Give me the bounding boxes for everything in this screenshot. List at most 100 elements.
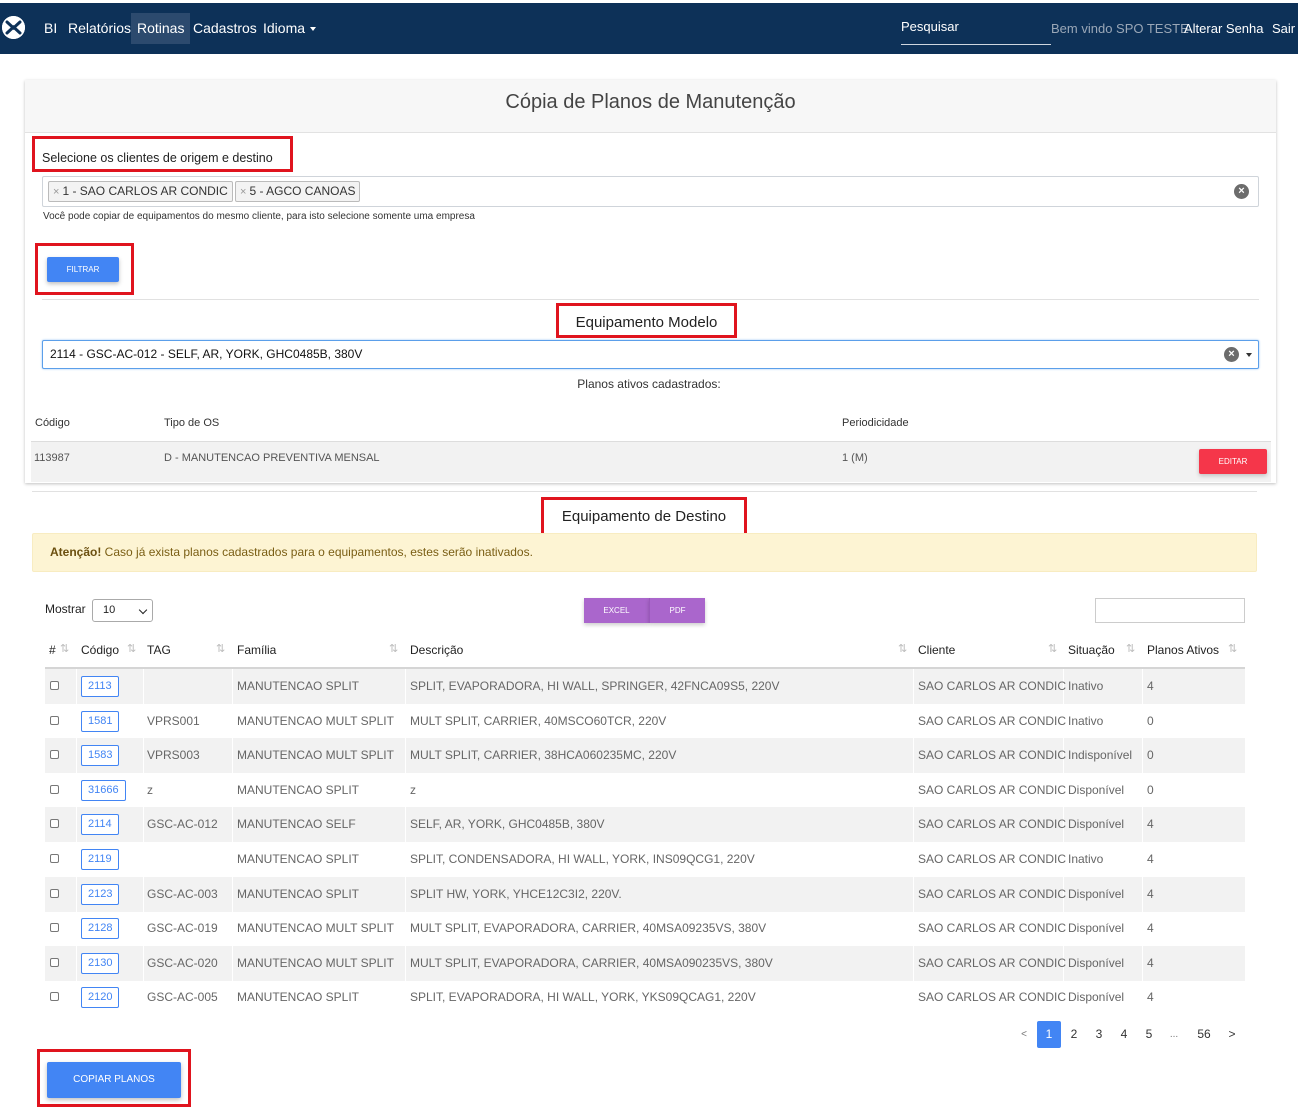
plan-tipo: D - MANUTENCAO PREVENTIVA MENSAL <box>164 452 380 464</box>
logo-icon[interactable] <box>2 16 25 39</box>
sort-icon[interactable]: ⇅ <box>216 642 225 655</box>
table-row[interactable]: 2113 MANUTENCAO SPLIT SPLIT, EVAPORADORA, … <box>45 669 1245 704</box>
col-header-planos-ativos[interactable]: Planos Ativos <box>1147 643 1219 657</box>
col-header-select[interactable]: # <box>49 643 56 657</box>
row-code-button[interactable]: 31666 <box>81 779 126 801</box>
column-separator <box>913 945 914 981</box>
row-checkbox[interactable] <box>50 819 59 829</box>
table-row[interactable]: 2120 GSC-AC-005 MANUTENCAO SPLIT SPLIT, EVA… <box>45 980 1245 1015</box>
cell-planos-ativos: 4 <box>1147 852 1154 866</box>
column-separator <box>1142 876 1143 912</box>
pagination-page[interactable]: 3 <box>1087 1021 1111 1048</box>
row-checkbox[interactable] <box>50 957 59 967</box>
remove-chip-icon[interactable]: × <box>240 186 246 198</box>
export-pdf-button[interactable]: PDF <box>649 598 705 623</box>
col-header-tag[interactable]: TAG <box>147 643 171 657</box>
sort-icon[interactable]: ⇅ <box>1126 642 1135 655</box>
edit-plan-button[interactable]: EDITAR <box>1199 449 1267 474</box>
pagination-page[interactable]: 2 <box>1062 1021 1086 1048</box>
cell-planos-ativos: 4 <box>1147 886 1154 901</box>
nav-cadastros[interactable]: Cadastros <box>187 13 263 44</box>
nav-idioma-label: Idioma <box>263 20 306 36</box>
column-separator <box>76 876 77 912</box>
page-title: Cópia de Planos de Manutenção <box>505 91 796 113</box>
nav-rotinas[interactable]: Rotinas <box>131 13 191 44</box>
column-separator <box>1142 669 1143 704</box>
cell-descricao: SPLIT HW, YORK, YHCE12C3I2, 220V. <box>410 886 622 901</box>
clear-selection-icon[interactable]: × <box>1224 347 1239 362</box>
export-excel-button[interactable]: EXCEL <box>584 598 649 623</box>
clear-selection-icon[interactable]: × <box>1234 184 1249 199</box>
pagination-page[interactable]: 56 <box>1192 1021 1216 1048</box>
table-row[interactable]: 1583 VPRS003 MANUTENCAO MULT SPLIT MULT SPL… <box>45 738 1245 774</box>
table-row[interactable]: 2123 GSC-AC-003 MANUTENCAO SPLIT SPLIT HW, … <box>45 876 1245 912</box>
row-code-button[interactable]: 1581 <box>81 710 120 732</box>
sort-icon[interactable]: ⇅ <box>1048 642 1057 655</box>
row-checkbox[interactable] <box>50 715 59 725</box>
cell-situacao: Indisponível <box>1068 748 1133 763</box>
table-search-input[interactable] <box>1095 598 1245 623</box>
sort-icon[interactable]: ⇅ <box>389 642 398 655</box>
pagination-page[interactable]: 4 <box>1112 1021 1136 1048</box>
col-header-codigo[interactable]: Código <box>81 643 119 657</box>
row-checkbox[interactable] <box>50 923 59 933</box>
row-checkbox[interactable] <box>50 854 59 863</box>
page-length-select[interactable]: 10 <box>92 599 153 622</box>
cell-cliente: SAO CARLOS AR CONDIC <box>918 679 1067 693</box>
nav-bi[interactable]: BI <box>38 13 63 44</box>
nav-idioma[interactable]: Idioma <box>257 13 322 44</box>
cell-planos-ativos: 4 <box>1147 990 1154 1005</box>
table-row[interactable]: 2114 GSC-AC-012 MANUTENCAO SELF SELF, AR, Y… <box>45 807 1245 843</box>
row-code-button[interactable]: 2130 <box>81 952 120 974</box>
cell-familia: MANUTENCAO SPLIT <box>237 886 360 901</box>
table-row[interactable]: 2119 MANUTENCAO SPLIT SPLIT, CONDENSADORA,… <box>45 842 1245 877</box>
col-header-familia[interactable]: Família <box>237 643 276 657</box>
nav-relatorios[interactable]: Relatórios <box>62 13 137 44</box>
sort-icon[interactable]: ⇅ <box>60 642 69 655</box>
cell-cliente: SAO CARLOS AR CONDIC <box>918 782 1067 797</box>
table-row[interactable]: 1581 VPRS001 MANUTENCAO MULT SPLIT MULT SPL… <box>45 704 1245 739</box>
col-header-cliente[interactable]: Cliente <box>918 643 955 657</box>
table-row[interactable]: 2128 GSC-AC-019 MANUTENCAO MULT SPLIT MULT … <box>45 911 1245 946</box>
pagination-page[interactable]: 5 <box>1137 1021 1161 1048</box>
cell-planos-ativos: 4 <box>1147 679 1154 693</box>
model-select[interactable]: 2114 - GSC-AC-012 - SELF, AR, YORK, GHC0… <box>42 340 1259 369</box>
row-code-button[interactable]: 2114 <box>81 814 119 836</box>
clients-multiselect[interactable]: × 1 - SAO CARLOS AR CONDIC × 5 - AGCO CANO… <box>42 176 1259 207</box>
row-checkbox[interactable] <box>50 888 59 898</box>
row-code-button[interactable]: 2128 <box>81 918 120 940</box>
nav-search-input[interactable]: Pesquisar <box>901 13 1051 45</box>
pagination-page[interactable]: 1 <box>1037 1021 1061 1048</box>
cell-tag: VPRS003 <box>147 748 200 763</box>
chevron-down-icon <box>138 605 148 615</box>
remove-chip-icon[interactable]: × <box>53 186 59 198</box>
row-checkbox[interactable] <box>50 784 59 794</box>
change-password-link[interactable]: Alterar Senha <box>1184 13 1264 44</box>
row-checkbox[interactable] <box>50 681 59 690</box>
filter-button[interactable]: FILTRAR <box>47 257 119 282</box>
row-code-button[interactable]: 2123 <box>81 883 120 905</box>
row-checkbox[interactable] <box>50 750 59 760</box>
cell-tag: VPRS001 <box>147 713 200 728</box>
sort-icon[interactable]: ⇅ <box>1228 642 1237 655</box>
row-checkbox[interactable] <box>50 992 59 1002</box>
table-row[interactable]: 31666 z MANUTENCAO SPLIT z SAO CARLOS AR CON… <box>45 773 1245 808</box>
client-chip[interactable]: × 5 - AGCO CANOAS <box>235 181 361 202</box>
pagination-next[interactable]: > <box>1220 1021 1244 1048</box>
copy-plans-button[interactable]: COPIAR PLANOS <box>47 1062 181 1098</box>
pagination-prev[interactable]: < <box>1012 1021 1036 1048</box>
logout-link[interactable]: Sair <box>1272 13 1295 44</box>
divider <box>32 491 1257 492</box>
clients-help-text: Você pode copiar de equipamentos do mesm… <box>43 211 475 222</box>
col-header-situacao[interactable]: Situação <box>1068 643 1115 657</box>
table-row[interactable]: 2130 GSC-AC-020 MANUTENCAO MULT SPLIT MULT … <box>45 945 1245 981</box>
client-chip[interactable]: × 1 - SAO CARLOS AR CONDIC <box>48 181 233 202</box>
col-header-descricao[interactable]: Descrição <box>410 643 463 657</box>
sort-icon[interactable]: ⇅ <box>898 642 907 655</box>
sort-icon[interactable]: ⇅ <box>127 642 136 655</box>
row-code-button[interactable]: 1583 <box>81 745 120 767</box>
cell-planos-ativos: 0 <box>1147 782 1154 797</box>
row-code-button[interactable]: 2119 <box>81 849 119 870</box>
row-code-button[interactable]: 2120 <box>81 987 120 1009</box>
row-code-button[interactable]: 2113 <box>81 676 119 697</box>
